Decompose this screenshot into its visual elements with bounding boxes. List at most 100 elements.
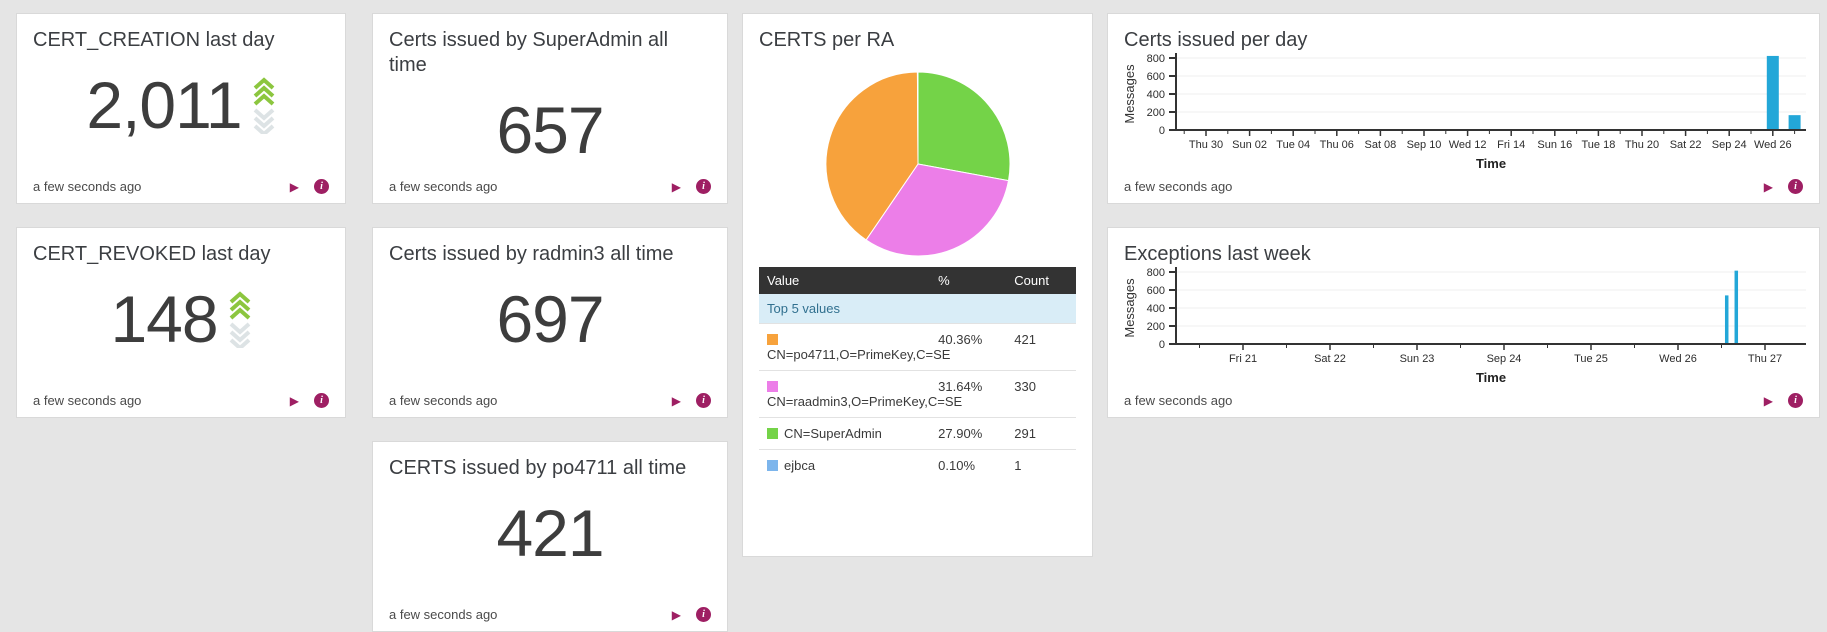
svg-text:Sun 16: Sun 16 [1537, 139, 1572, 151]
widget-title: CERTS issued by po4711 all time [389, 456, 711, 481]
widget-title: CERT_CREATION last day [33, 28, 329, 53]
widget-certs-po4711: CERTS issued by po4711 all time 421 a fe… [372, 441, 728, 632]
column-header-count: Count [1006, 267, 1076, 294]
svg-text:800: 800 [1147, 267, 1165, 279]
svg-text:0: 0 [1159, 125, 1165, 137]
value-label: CN=raadmin3,O=PrimeKey,C=SE [767, 394, 962, 409]
svg-text:Fri 14: Fri 14 [1497, 139, 1525, 151]
value-count: 421 [1006, 324, 1076, 371]
trend-indicator-icon [228, 290, 252, 348]
value-count: 1 [1006, 450, 1076, 482]
svg-text:Sep 24: Sep 24 [1712, 139, 1747, 151]
widget-footer: a few seconds ago ▶ i [389, 393, 711, 408]
svg-text:200: 200 [1147, 321, 1165, 333]
column-header-value: Value [759, 267, 930, 294]
svg-text:Sep 24: Sep 24 [1487, 353, 1522, 365]
info-icon[interactable]: i [696, 607, 711, 622]
widget-exceptions-last-week: Exceptions last week 0200400600800Fri 21… [1107, 227, 1820, 418]
info-icon[interactable]: i [1788, 393, 1803, 408]
info-icon[interactable]: i [1788, 179, 1803, 194]
exceptions-last-week-chart: 0200400600800Fri 21Sat 22Sun 23Sep 24Tue… [1120, 264, 1810, 392]
count-display: 697 [389, 283, 711, 355]
svg-text:Thu 27: Thu 27 [1748, 353, 1782, 365]
table-header-row: Value % Count [759, 267, 1076, 294]
last-updated: a few seconds ago [33, 393, 141, 408]
svg-text:Fri 21: Fri 21 [1229, 353, 1257, 365]
count-value: 697 [496, 283, 603, 355]
replay-search-icon[interactable]: ▶ [1764, 395, 1773, 407]
count-value: 657 [496, 94, 603, 166]
value-label: CN=po4711,O=PrimeKey,C=SE [767, 347, 950, 362]
info-icon[interactable]: i [696, 393, 711, 408]
svg-text:Sun 02: Sun 02 [1232, 139, 1267, 151]
widget-footer: a few seconds ago ▶ i [389, 179, 711, 194]
svg-text:400: 400 [1147, 89, 1165, 101]
legend-swatch [767, 428, 778, 439]
svg-text:Sat 08: Sat 08 [1364, 139, 1396, 151]
count-display: 421 [389, 497, 711, 569]
replay-search-icon[interactable]: ▶ [290, 181, 299, 193]
certs-per-day-chart: 0200400600800Thu 30Sun 02Tue 04Thu 06Sat… [1120, 50, 1810, 178]
count-value: 421 [496, 497, 603, 569]
table-row: ejbca 0.10% 1 [759, 450, 1076, 482]
count-value: 148 [110, 283, 217, 355]
legend-swatch [767, 381, 778, 392]
svg-text:Sun 23: Sun 23 [1400, 353, 1435, 365]
widget-footer: a few seconds ago ▶ i [1124, 179, 1803, 194]
count-display: 2,011 [33, 69, 329, 141]
widget-footer: a few seconds ago ▶ i [389, 607, 711, 622]
table-row: CN=raadmin3,O=PrimeKey,C=SE 31.64% 330 [759, 371, 1076, 418]
widget-certs-per-day: Certs issued per day 0200400600800Thu 30… [1107, 13, 1820, 204]
widget-footer: a few seconds ago ▶ i [33, 393, 329, 408]
value-pct: 0.10% [930, 450, 1006, 482]
widget-title: CERT_REVOKED last day [33, 242, 329, 267]
info-icon[interactable]: i [696, 179, 711, 194]
certs-per-ra-pie-chart [823, 69, 1013, 259]
svg-text:Tue 25: Tue 25 [1574, 353, 1608, 365]
svg-text:600: 600 [1147, 71, 1165, 83]
value-label: CN=SuperAdmin [784, 426, 882, 441]
table-subheader-row: Top 5 values [759, 294, 1076, 324]
svg-text:Tue 04: Tue 04 [1276, 139, 1310, 151]
replay-search-icon[interactable]: ▶ [672, 181, 681, 193]
svg-text:Wed 26: Wed 26 [1659, 353, 1697, 365]
svg-text:Thu 06: Thu 06 [1320, 139, 1354, 151]
column-header-pct: % [930, 267, 1006, 294]
widget-certs-radmin3: Certs issued by radmin3 all time 697 a f… [372, 227, 728, 418]
trend-indicator-icon [252, 76, 276, 134]
svg-text:Messages: Messages [1122, 278, 1137, 338]
svg-text:Sep 10: Sep 10 [1407, 139, 1442, 151]
replay-search-icon[interactable]: ▶ [672, 609, 681, 621]
last-updated: a few seconds ago [1124, 179, 1232, 194]
svg-text:Thu 30: Thu 30 [1189, 139, 1223, 151]
replay-search-icon[interactable]: ▶ [672, 395, 681, 407]
widget-title: Certs issued by radmin3 all time [389, 242, 711, 267]
widget-certs-superadmin: Certs issued by SuperAdmin all time 657 … [372, 13, 728, 204]
legend-swatch [767, 460, 778, 471]
table-row: CN=po4711,O=PrimeKey,C=SE 40.36% 421 [759, 324, 1076, 371]
count-value: 2,011 [86, 69, 241, 141]
svg-text:0: 0 [1159, 339, 1165, 351]
table-row: CN=SuperAdmin 27.90% 291 [759, 418, 1076, 450]
info-icon[interactable]: i [314, 393, 329, 408]
value-label: ejbca [784, 458, 815, 473]
svg-text:Tue 18: Tue 18 [1581, 139, 1615, 151]
svg-text:Time: Time [1476, 370, 1506, 385]
last-updated: a few seconds ago [389, 393, 497, 408]
widget-title: Certs issued by SuperAdmin all time [389, 28, 711, 78]
last-updated: a few seconds ago [389, 607, 497, 622]
value-count: 330 [1006, 371, 1076, 418]
widget-footer: a few seconds ago ▶ i [1124, 393, 1803, 408]
svg-text:Sat 22: Sat 22 [1314, 353, 1346, 365]
info-icon[interactable]: i [314, 179, 329, 194]
count-display: 148 [33, 283, 329, 355]
last-updated: a few seconds ago [33, 179, 141, 194]
replay-search-icon[interactable]: ▶ [1764, 181, 1773, 193]
replay-search-icon[interactable]: ▶ [290, 395, 299, 407]
widget-title: CERTS per RA [759, 28, 1076, 53]
svg-text:Sat 22: Sat 22 [1670, 139, 1702, 151]
svg-text:800: 800 [1147, 53, 1165, 65]
svg-text:Wed 26: Wed 26 [1754, 139, 1792, 151]
svg-text:Messages: Messages [1122, 64, 1137, 124]
widget-cert-creation: CERT_CREATION last day 2,011 a few secon… [16, 13, 346, 204]
